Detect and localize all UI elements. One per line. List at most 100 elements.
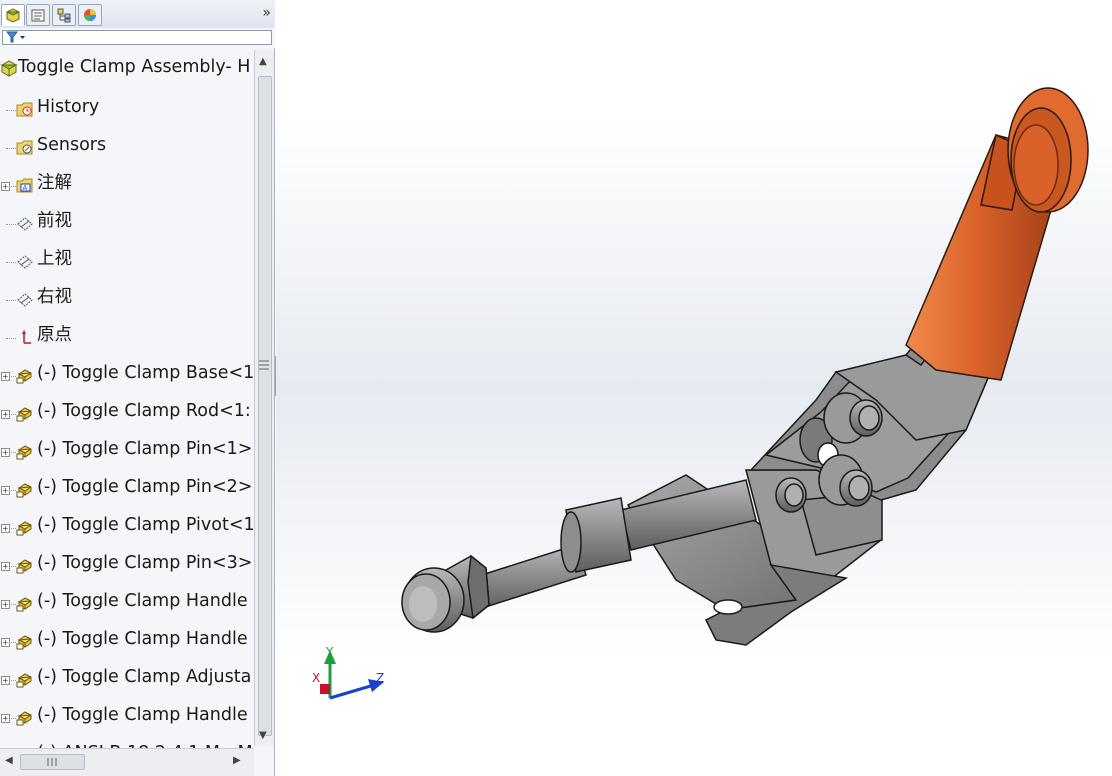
tree-connector [6,338,16,340]
filter-bar [0,28,275,48]
tree-root-assembly[interactable]: Toggle Clamp Assembly- H [0,52,254,82]
tree-item[interactable]: Sensors [0,128,254,158]
tree-connector [6,452,16,454]
tree-item[interactable]: +(-) ANSI B 18.2.4.1 M - M [0,736,254,748]
tab-feature-manager[interactable] [1,4,25,26]
tree-item[interactable]: + (-) Toggle Clamp Pin<3> [0,546,254,576]
tree-vertical-scrollbar[interactable]: ▲ ▼ [254,50,274,746]
part-icon [16,673,32,688]
graphics-viewport[interactable]: Y X Z [276,0,1112,776]
tree-item[interactable]: + (-) Toggle Clamp Pin<2> [0,470,254,500]
part-icon [16,483,32,498]
part-icon [16,597,32,612]
clamp-tip[interactable] [401,567,465,633]
tree-item-label: (-) Toggle Clamp Base<1 [37,363,254,383]
tab-property-manager[interactable] [26,4,50,26]
tree-item[interactable]: 原点 [0,318,254,348]
horizontal-scroll-thumb[interactable] [20,754,85,770]
part-icon [16,559,32,574]
scroll-grip-icon [259,360,269,370]
tree-item[interactable]: 上视 [0,242,254,272]
tab-display-manager[interactable] [78,4,102,26]
tree-item-label: 右视 [37,287,72,307]
plane-icon [17,255,33,269]
tree-item[interactable]: 前视 [0,204,254,234]
assembly-icon [0,60,18,77]
tree-item-label: 上视 [37,249,72,269]
tree-connector [6,262,16,264]
scroll-down-arrow-icon[interactable]: ▼ [259,730,267,741]
expand-panel-button[interactable]: » [262,5,271,21]
tree-item-label: (-) Toggle Clamp Pin<3> [37,553,253,573]
part-icon [16,369,32,384]
tree-connector [6,414,16,416]
tree-connector [6,376,16,378]
tree-item[interactable]: History [0,90,254,120]
scroll-left-arrow-icon[interactable]: ◀ [5,755,13,766]
tree-connector [6,566,16,568]
tree-item[interactable]: + (-) Toggle Clamp Base<1 [0,356,254,386]
tree-item-label: (-) Toggle Clamp Pin<1> [37,439,253,459]
tree-connector [6,718,16,720]
tree-item[interactable]: + (-) Toggle Clamp Pivot<1 [0,508,254,538]
tree-item-label: History [37,97,100,117]
display-manager-icon [84,9,96,21]
tree-item-label: (-) Toggle Clamp Rod<1: [37,401,251,421]
scroll-up-arrow-icon[interactable]: ▲ [259,56,267,67]
triad-x-label: X [312,671,320,685]
tree-item-label: Sensors [37,135,107,155]
feature-tree: Toggle Clamp Assembly- H History Sensors +… [0,48,254,748]
panel-tab-bar: » [0,0,275,29]
view-orientation-triad: Y X Z [312,645,384,700]
tree-item[interactable]: + A 注解 [0,166,254,196]
part-icon [16,635,32,650]
plane-icon [17,293,33,307]
tree-item[interactable]: + (-) Toggle Clamp Handle [0,584,254,614]
property-manager-icon [31,9,45,22]
tree-root-label: Toggle Clamp Assembly- H [18,57,251,77]
tree-item-label: 原点 [37,325,72,345]
tree-connector [6,224,16,226]
feature-manager-panel: » Toggle Clamp Assembly- H History Sensor… [0,0,275,776]
scroll-right-arrow-icon[interactable]: ▶ [233,755,241,766]
tree-item[interactable]: + (-) Toggle Clamp Handle [0,698,254,728]
tree-item-label: (-) Toggle Clamp Handle [37,705,248,725]
tree-connector [6,186,16,188]
tree-item[interactable]: + (-) Toggle Clamp Handle [0,622,254,652]
tree-item-label: (-) Toggle Clamp Adjusta [37,667,252,687]
tree-item-label: 注解 [37,173,72,193]
part-icon [16,445,32,460]
scroll-grip-icon [47,758,57,766]
sensors-folder-icon [16,140,33,155]
filter-icon[interactable] [6,31,26,43]
tree-connector [6,680,16,682]
tree-item[interactable]: + (-) Toggle Clamp Pin<1> [0,432,254,462]
tree-connector [6,642,16,644]
tree-filter-input[interactable] [2,30,272,45]
part-icon [16,521,32,536]
tree-connector [6,528,16,530]
annotations-folder-icon: A [16,178,33,193]
tree-item[interactable]: + (-) Toggle Clamp Adjusta [0,660,254,690]
tree-connector [6,604,16,606]
tree-item-label: (-) Toggle Clamp Handle [37,629,248,649]
tree-item-label: (-) Toggle Clamp Pin<2> [37,477,253,497]
tree-item-label: (-) Toggle Clamp Handle [37,591,248,611]
triad-y-label: Y [325,645,334,659]
tree-item[interactable]: 右视 [0,280,254,310]
tree-connector [6,110,16,112]
tree-horizontal-scrollbar[interactable]: ◀ ▶ [0,748,254,776]
clamp-handle-grip[interactable] [905,87,1089,381]
tree-connector [6,148,16,150]
feature-manager-icon [6,8,20,23]
svg-text:A: A [23,184,28,192]
tree-connector [6,490,16,492]
origin-icon [22,330,31,344]
toggle-clamp-model[interactable] [276,0,1112,776]
tab-configuration-manager[interactable] [52,4,76,26]
part-icon [16,407,32,422]
tree-item[interactable]: + (-) Toggle Clamp Rod<1: [0,394,254,424]
vertical-scroll-thumb[interactable] [258,76,272,736]
tree-item-label: 前视 [37,211,72,231]
tree-item-label: (-) Toggle Clamp Pivot<1 [37,515,254,535]
